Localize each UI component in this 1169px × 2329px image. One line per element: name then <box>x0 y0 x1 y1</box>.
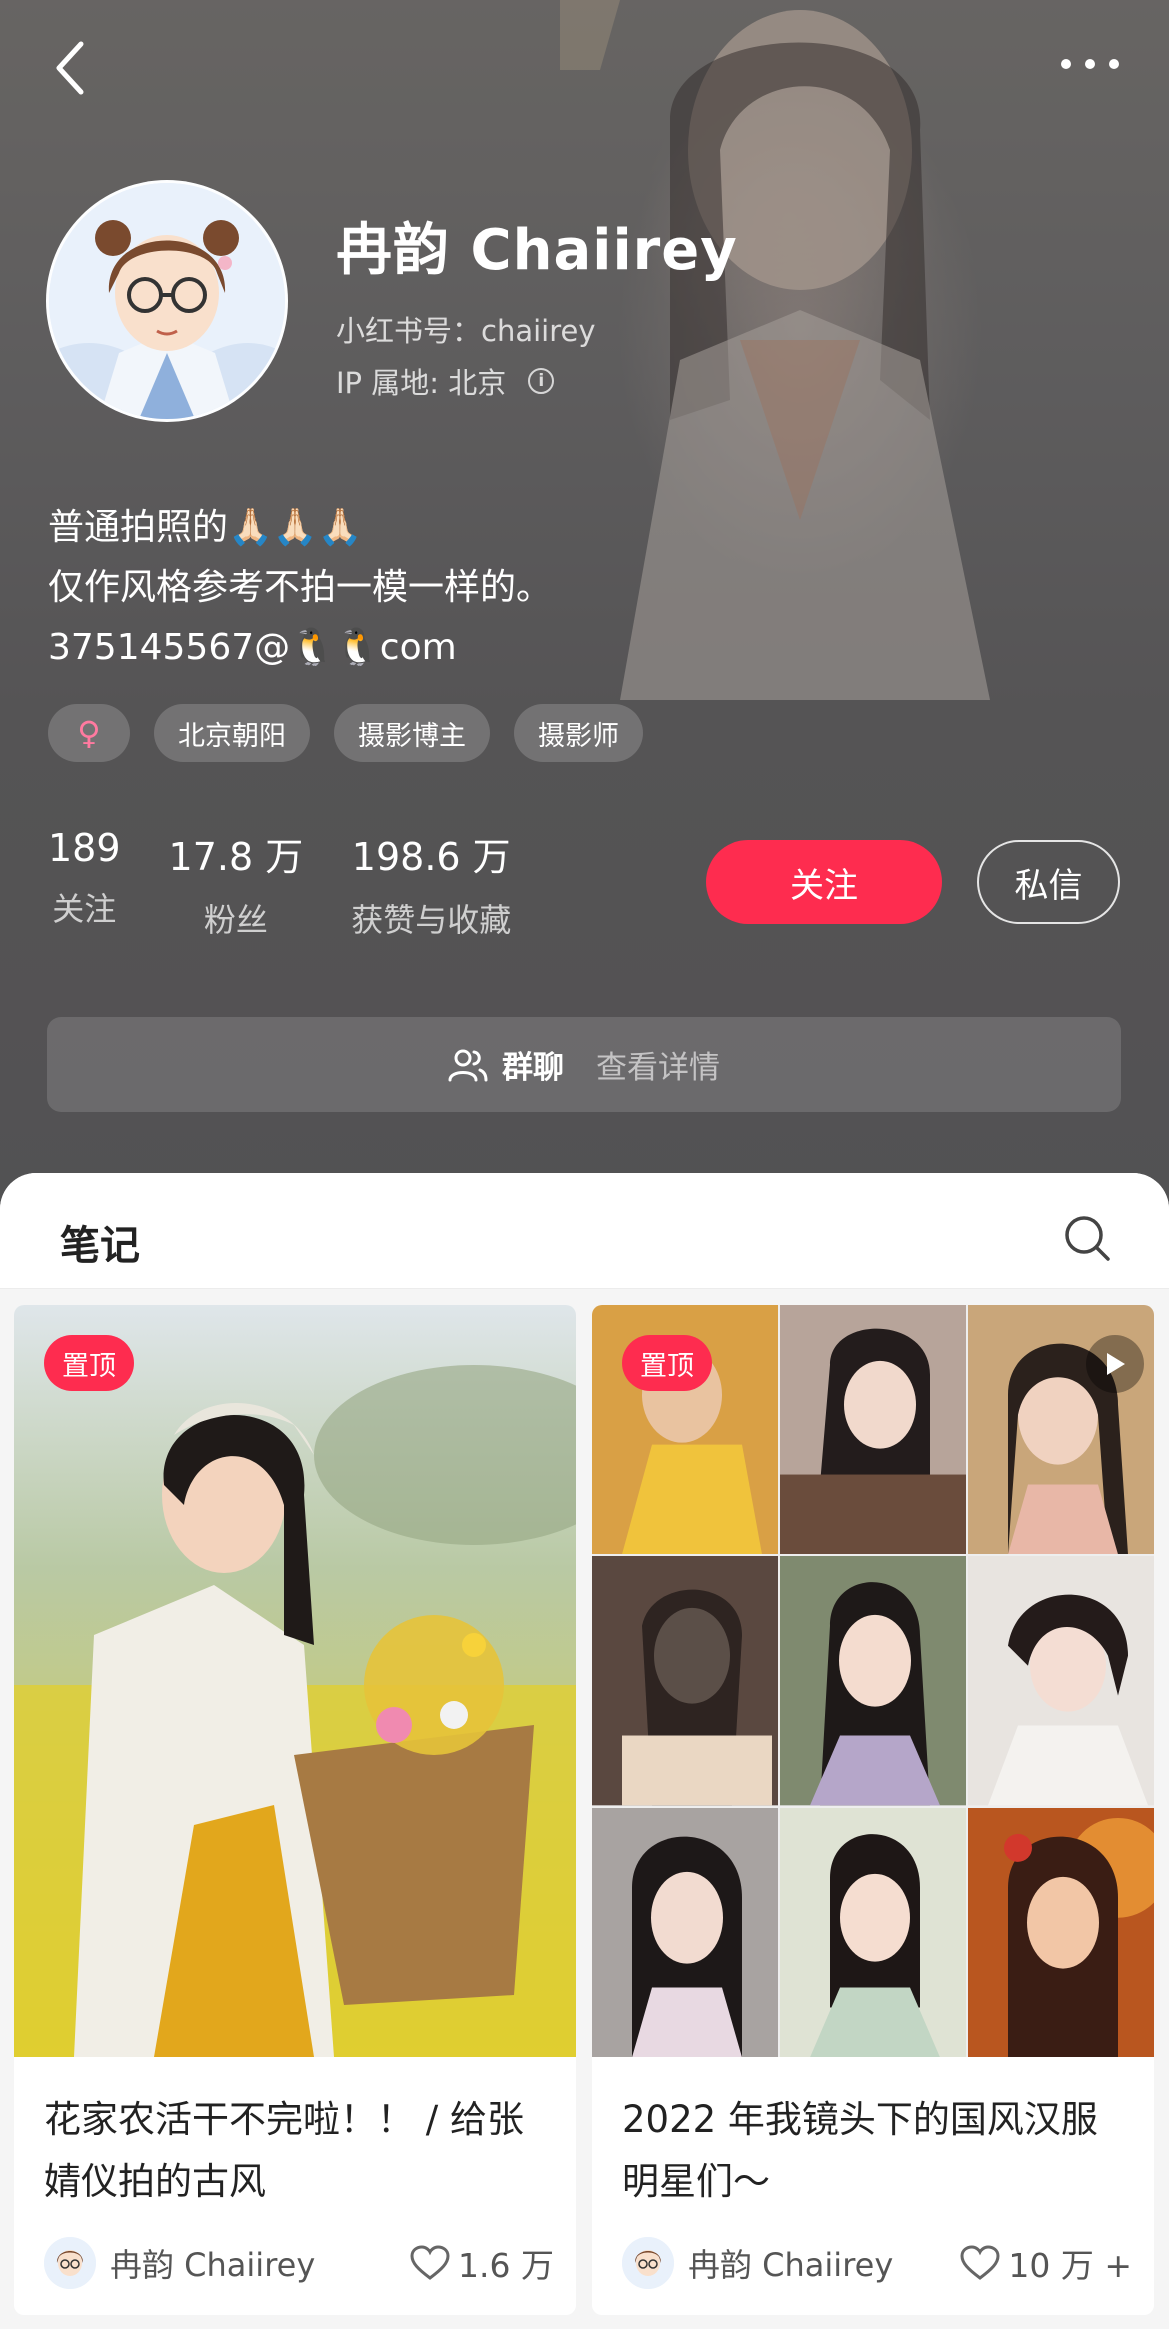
bio-text: 普通拍照的 <box>48 507 229 548</box>
likes-count: 198.6 万 <box>351 835 511 879</box>
bio-line: 375145567@ 🐧🐧 com <box>48 618 552 678</box>
pinned-badge: 置顶 <box>622 1335 712 1391</box>
fans-count: 17.8 万 <box>168 835 304 879</box>
pray-emoji: 🙏🏻🙏🏻🙏🏻 <box>228 507 363 548</box>
more-horizontal-icon <box>1061 59 1119 69</box>
follow-button[interactable]: 关注 <box>706 840 942 924</box>
likes-label: 获赞与收藏 <box>351 901 512 939</box>
bio-text: 375145567@ <box>48 627 291 668</box>
like-button[interactable]: 1.6 万 <box>410 2239 554 2287</box>
grid-photo <box>592 1556 778 1806</box>
message-button[interactable]: 私信 <box>977 840 1120 924</box>
search-button[interactable] <box>1060 1211 1116 1267</box>
bio-line: 仅作风格参考不拍一模一样的。 <box>48 567 553 608</box>
author-avatar <box>44 2237 96 2289</box>
profile-stats: 189 关注 17.8 万 粉丝 198.6 万 获赞与收藏 <box>48 826 559 941</box>
pinned-badge: 置顶 <box>44 1335 134 1391</box>
note-author[interactable]: 冉韵 Chaiirey <box>110 2240 410 2286</box>
profile-avatar[interactable] <box>46 180 288 422</box>
profile-bio: 普通拍照的 🙏🏻🙏🏻🙏🏻 仅作风格参考不拍一模一样的。 375145567@ 🐧… <box>48 498 552 678</box>
back-button[interactable] <box>48 38 92 98</box>
note-title: 花家农活干不完啦！！ / 给张婧仪拍的古风 <box>44 2098 524 2203</box>
likes-stat[interactable]: 198.6 万 获赞与收藏 <box>351 826 511 941</box>
note-author[interactable]: 冉韵 Chaiirey <box>688 2240 960 2286</box>
author-avatar <box>622 2237 674 2289</box>
penguin-emoji: 🐧🐧 <box>290 627 380 668</box>
group-users-icon <box>448 1049 488 1081</box>
note-card[interactable]: 置顶 2022 年我镜头下的国风汉服明星们～ 冉韵 Chaiirey 10 万 … <box>592 1305 1154 2315</box>
red-id: 小红书号：chaiirey <box>336 314 596 348</box>
fans-label: 粉丝 <box>203 901 268 939</box>
tab-notes[interactable]: 笔记 <box>60 1213 140 1271</box>
bio-text: com <box>379 627 457 668</box>
heart-icon <box>960 2245 1000 2280</box>
note-card[interactable]: 置顶 花家农活干不完啦！！ / 给张婧仪拍的古风 冉韵 Chaiirey 1.6… <box>14 1305 576 2315</box>
profile-tags: ♀ 北京朝阳 摄影博主 摄影师 <box>48 704 643 762</box>
note-cover-image: 置顶 <box>592 1305 1154 2057</box>
fans-stat[interactable]: 17.8 万 粉丝 <box>169 826 304 941</box>
like-count: 10 万 + <box>1008 2246 1132 2285</box>
group-chat-detail: 查看详情 <box>596 1050 720 1086</box>
bio-line: 普通拍照的 🙏🏻🙏🏻🙏🏻 <box>48 498 552 558</box>
grid-photo <box>780 1305 966 1555</box>
more-button[interactable] <box>1050 42 1130 86</box>
notes-section: 笔记 置顶 花家农活干不完啦！！ / 给张婧仪拍的古风 冉韵 Chaiirey … <box>0 1173 1169 2329</box>
location-tag[interactable]: 北京朝阳 <box>154 704 310 762</box>
category-tag[interactable]: 摄影博主 <box>334 704 490 762</box>
grid-photo <box>780 1807 966 2057</box>
female-icon: ♀ <box>77 714 101 752</box>
grid-photo <box>592 1807 778 2057</box>
cover-photo <box>14 1305 576 2057</box>
note-footer: 冉韵 Chaiirey 1.6 万 <box>44 2235 554 2291</box>
following-label: 关注 <box>52 890 117 928</box>
avatar-illustration <box>49 183 285 419</box>
like-count: 1.6 万 <box>458 2246 554 2285</box>
video-indicator <box>1086 1335 1144 1393</box>
heart-icon <box>410 2245 450 2280</box>
cover-photo-grid <box>592 1305 1154 2057</box>
ip-location: IP 属地: 北京 <box>336 366 507 400</box>
chevron-left-icon <box>56 41 84 95</box>
notes-header: 笔记 <box>0 1173 1169 1289</box>
ip-location-row: IP 属地: 北京 i <box>336 360 555 402</box>
note-cover-image: 置顶 <box>14 1305 576 2057</box>
grid-photo <box>780 1556 966 1806</box>
like-button[interactable]: 10 万 + <box>960 2239 1132 2287</box>
following-stat[interactable]: 189 关注 <box>48 826 121 941</box>
following-count: 189 <box>48 826 121 870</box>
search-icon <box>1065 1216 1110 1261</box>
play-icon <box>1107 1353 1125 1375</box>
gender-tag[interactable]: ♀ <box>48 704 130 762</box>
info-icon[interactable]: i <box>528 368 555 394</box>
note-title: 2022 年我镜头下的国风汉服明星们～ <box>622 2098 1098 2203</box>
note-footer: 冉韵 Chaiirey 10 万 + <box>622 2235 1132 2291</box>
profile-name: 冉韵 Chaiirey <box>336 218 738 283</box>
grid-photo <box>968 1556 1154 1806</box>
group-chat-label: 群聊 <box>502 1050 564 1086</box>
grid-photo <box>968 1807 1154 2057</box>
group-chat-bar[interactable]: 群聊 查看详情 <box>47 1017 1121 1112</box>
profession-tag[interactable]: 摄影师 <box>514 704 643 762</box>
